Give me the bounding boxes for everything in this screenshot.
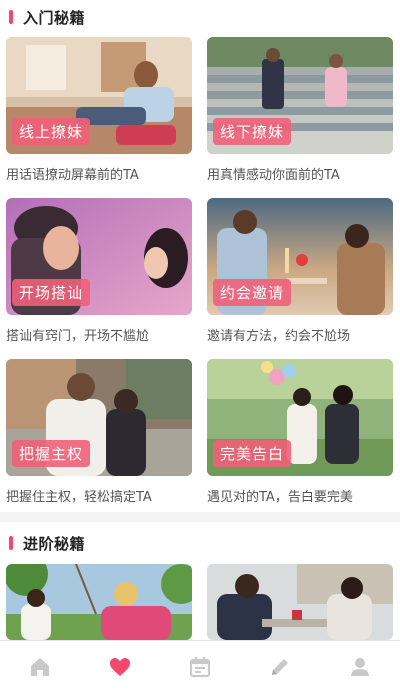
pencil-icon [272,659,288,675]
section-accent-bar [9,10,13,24]
card-image [207,564,393,640]
heart-icon [110,658,130,676]
card-caption: 用真情感动你面前的TA [207,168,340,183]
home-icon [31,658,49,676]
card-offline-flirt[interactable]: 线下撩妹 [207,37,393,154]
card-caption: 遇见对的TA，告白要完美 [207,490,353,505]
section-accent-bar [9,536,13,550]
card-opening-chat[interactable]: 开场搭讪 [6,198,192,315]
section-header: 入门秘籍 [0,0,400,34]
card-take-control[interactable]: 把握主权 [6,359,192,476]
tab-write[interactable] [260,647,300,687]
card-advanced-1[interactable] [6,564,192,640]
card-image [6,564,192,640]
card-tag: 约会邀请 [213,279,292,306]
card-advanced-2[interactable] [207,564,393,640]
card-tag: 线上撩妹 [12,118,91,145]
card-tag: 把握主权 [12,440,91,467]
card-caption: 邀请有方法，约会不尬场 [207,329,351,344]
tab-home[interactable] [20,647,60,687]
tab-favorites[interactable] [100,647,140,687]
tab-profile[interactable] [340,647,380,687]
card-caption: 用话语撩动屏幕前的TA [6,168,139,183]
tab-calendar[interactable] [180,647,220,687]
card-tag: 开场搭讪 [12,279,91,306]
card-tag: 线下撩妹 [213,118,292,145]
card-perfect-confession[interactable]: 完美告白 [207,359,393,476]
user-icon [351,658,369,676]
section-header: 进阶秘籍 [0,526,400,560]
calendar-icon [189,657,211,678]
bottom-tab-bar [0,640,400,693]
card-caption: 把握住主权，轻松搞定TA [6,490,152,505]
card-date-invite[interactable]: 约会邀请 [207,198,393,315]
card-online-flirt[interactable]: 线上撩妹 [6,37,192,154]
section-title: 进阶秘籍 [23,534,86,553]
intro-section: 入门秘籍 线上撩妹 用话语撩动屏幕前的TA 线下撩妹 用真情感动你面前的TA 开… [0,0,400,512]
section-title: 入门秘籍 [23,8,86,27]
card-caption: 搭讪有窍门，开场不尴尬 [6,329,150,344]
card-tag: 完美告白 [213,440,292,467]
